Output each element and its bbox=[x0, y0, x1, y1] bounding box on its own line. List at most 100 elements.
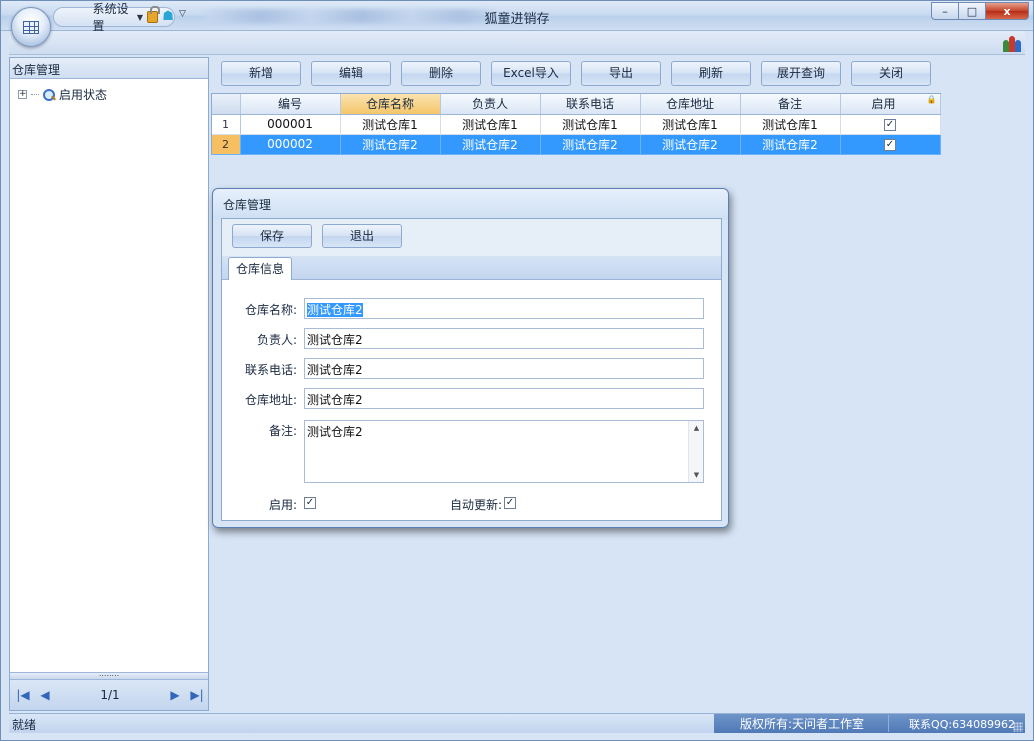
table-icon bbox=[23, 20, 39, 34]
window-controls: – □ x bbox=[931, 2, 1029, 20]
column-header-address[interactable]: 仓库地址 bbox=[640, 94, 741, 115]
cell-enabled[interactable]: ✓ bbox=[840, 114, 941, 135]
left-panel: 仓库管理 + 启用状态 ........ |◀ ◀ 1/1 ▶ ▶| bbox=[9, 57, 209, 711]
app-window: 系统设置 ▼ ☗ ▽ 狐童进销存 – □ x 仓库管理 + 启用状态 .....… bbox=[0, 0, 1034, 741]
address-field[interactable]: 测试仓库2 bbox=[304, 388, 704, 409]
table-row-selected[interactable]: 2 000002 测试仓库2 测试仓库2 测试仓库2 测试仓库2 测试仓库2 ✓ bbox=[212, 134, 941, 155]
quick-access-toolbar: 系统设置 ▼ ☗ bbox=[53, 2, 175, 33]
address-label: 仓库地址: bbox=[244, 393, 297, 407]
blurred-tab-strip bbox=[201, 9, 501, 23]
resize-grip-icon[interactable] bbox=[1013, 722, 1023, 732]
left-panel-title: 仓库管理 bbox=[10, 58, 208, 79]
name-field[interactable]: 测试仓库2 bbox=[304, 298, 704, 319]
cell-address[interactable]: 测试仓库2 bbox=[640, 134, 741, 155]
maximize-button[interactable]: □ bbox=[958, 2, 986, 20]
user-icon[interactable]: ☗ bbox=[162, 10, 174, 24]
column-header-remark[interactable]: 备注 bbox=[740, 94, 841, 115]
next-page-icon[interactable]: ▶ bbox=[164, 688, 186, 702]
row-number: 2 bbox=[212, 134, 241, 155]
refresh-button[interactable]: 刷新 bbox=[671, 61, 751, 86]
name-field-value: 测试仓库2 bbox=[307, 303, 363, 317]
last-page-icon[interactable]: ▶| bbox=[186, 688, 208, 702]
delete-button[interactable]: 删除 bbox=[401, 61, 481, 86]
dialog-body: 保存 退出 仓库信息 仓库名称: 测试仓库2 负责人: 测试仓库2 联系电话: … bbox=[221, 218, 722, 521]
dialog-tab-strip: 仓库信息 bbox=[222, 256, 721, 281]
close-tab-button[interactable]: 关闭 bbox=[851, 61, 931, 86]
first-page-icon[interactable]: |◀ bbox=[12, 688, 34, 702]
enabled-checkbox[interactable]: ✓ bbox=[884, 138, 896, 151]
export-button[interactable]: 导出 bbox=[581, 61, 661, 86]
lock-icon[interactable] bbox=[147, 6, 161, 23]
grid-corner[interactable] bbox=[212, 94, 241, 115]
tree-node-label: 启用状态 bbox=[59, 88, 108, 102]
name-label: 仓库名称: bbox=[244, 303, 297, 317]
title-bar: 系统设置 ▼ ☗ ▽ 狐童进销存 – □ x bbox=[1, 1, 1033, 33]
cell-code[interactable]: 000002 bbox=[240, 134, 341, 155]
status-info: 版权所有:天问者工作室 联系QQ:634089962 bbox=[714, 714, 1025, 733]
manager-label: 负责人: bbox=[256, 333, 297, 347]
column-header-name[interactable]: 仓库名称 bbox=[340, 94, 441, 115]
enabled-checkbox[interactable]: ✓ bbox=[884, 118, 896, 131]
table-row[interactable]: 1 000001 测试仓库1 测试仓库1 测试仓库1 测试仓库1 测试仓库1 ✓ bbox=[212, 114, 941, 135]
expand-icon[interactable]: + bbox=[18, 90, 27, 99]
expand-query-button[interactable]: 展开查询 bbox=[761, 61, 841, 86]
column-header-enabled-label: 启用 bbox=[871, 97, 896, 112]
column-header-manager[interactable]: 负责人 bbox=[440, 94, 541, 115]
tree-connector bbox=[31, 94, 39, 95]
save-button[interactable]: 保存 bbox=[232, 224, 312, 248]
cell-remark[interactable]: 测试仓库2 bbox=[740, 134, 841, 155]
close-button[interactable]: x bbox=[985, 2, 1029, 20]
users-icon[interactable] bbox=[1003, 34, 1021, 52]
cell-remark[interactable]: 测试仓库1 bbox=[740, 114, 841, 135]
tab-warehouse-info[interactable]: 仓库信息 bbox=[228, 257, 292, 281]
warehouse-dialog: 仓库管理 保存 退出 仓库信息 仓库名称: 测试仓库2 负责人: 测试仓库2 联… bbox=[212, 188, 729, 528]
status-text: 就绪 bbox=[12, 718, 37, 732]
column-header-code[interactable]: 编号 bbox=[240, 94, 341, 115]
cell-manager[interactable]: 测试仓库2 bbox=[440, 134, 541, 155]
search-icon bbox=[43, 88, 55, 101]
panel-splitter[interactable]: ........ bbox=[10, 670, 208, 680]
app-menu-button[interactable] bbox=[11, 7, 51, 47]
cell-name[interactable]: 测试仓库2 bbox=[340, 134, 441, 155]
chevron-down-icon[interactable]: ▼ bbox=[137, 13, 143, 22]
row-number: 1 bbox=[212, 114, 241, 135]
contact-text: 联系QQ:634089962 bbox=[909, 717, 1016, 731]
cell-name[interactable]: 测试仓库1 bbox=[340, 114, 441, 135]
cell-code[interactable]: 000001 bbox=[240, 114, 341, 135]
enabled-label: 启用: bbox=[268, 498, 297, 512]
scroll-up-icon[interactable]: ▲ bbox=[689, 421, 704, 435]
phone-field[interactable]: 测试仓库2 bbox=[304, 358, 704, 379]
cell-phone[interactable]: 测试仓库1 bbox=[540, 114, 641, 135]
remark-label: 备注: bbox=[268, 424, 297, 438]
scroll-down-icon[interactable]: ▼ bbox=[689, 468, 704, 482]
column-header-phone[interactable]: 联系电话 bbox=[540, 94, 641, 115]
minimize-button[interactable]: – bbox=[931, 2, 959, 20]
dialog-title[interactable]: 仓库管理 bbox=[223, 196, 271, 213]
phone-label: 联系电话: bbox=[244, 363, 297, 377]
column-header-enabled[interactable]: 启用 🔒 bbox=[840, 94, 941, 115]
excel-import-button[interactable]: Excel导入 bbox=[491, 61, 571, 86]
cell-address[interactable]: 测试仓库1 bbox=[640, 114, 741, 135]
manager-field[interactable]: 测试仓库2 bbox=[304, 328, 704, 349]
remark-field[interactable]: 测试仓库2 ▲ ▼ bbox=[304, 420, 704, 483]
copyright-text: 版权所有:天问者工作室 bbox=[714, 715, 890, 732]
pager: |◀ ◀ 1/1 ▶ ▶| bbox=[10, 680, 208, 710]
cell-enabled[interactable]: ✓ bbox=[840, 134, 941, 155]
lock-icon: 🔒 bbox=[926, 95, 937, 105]
warehouse-grid: 编号 仓库名称 负责人 联系电话 仓库地址 备注 启用 🔒 1 000001 测试… bbox=[211, 93, 941, 155]
system-settings-menu[interactable]: 系统设置 bbox=[93, 0, 133, 34]
enabled-checkbox[interactable]: ✓ bbox=[304, 497, 316, 509]
edit-button[interactable]: 编辑 bbox=[311, 61, 391, 86]
prev-page-icon[interactable]: ◀ bbox=[34, 688, 56, 702]
auto-update-label: 自动更新: bbox=[449, 498, 502, 512]
remark-scrollbar[interactable]: ▲ ▼ bbox=[688, 421, 703, 482]
tree-node-enabled-status[interactable]: + 启用状态 bbox=[18, 86, 107, 103]
exit-button[interactable]: 退出 bbox=[322, 224, 402, 248]
remark-field-value: 测试仓库2 bbox=[307, 425, 363, 439]
ribbon-bar bbox=[9, 31, 1025, 55]
auto-update-checkbox[interactable]: ✓ bbox=[504, 497, 516, 509]
cell-phone[interactable]: 测试仓库2 bbox=[540, 134, 641, 155]
add-button[interactable]: 新增 bbox=[221, 61, 301, 86]
cell-manager[interactable]: 测试仓库1 bbox=[440, 114, 541, 135]
customize-qat-icon[interactable]: ▽ bbox=[179, 9, 186, 19]
